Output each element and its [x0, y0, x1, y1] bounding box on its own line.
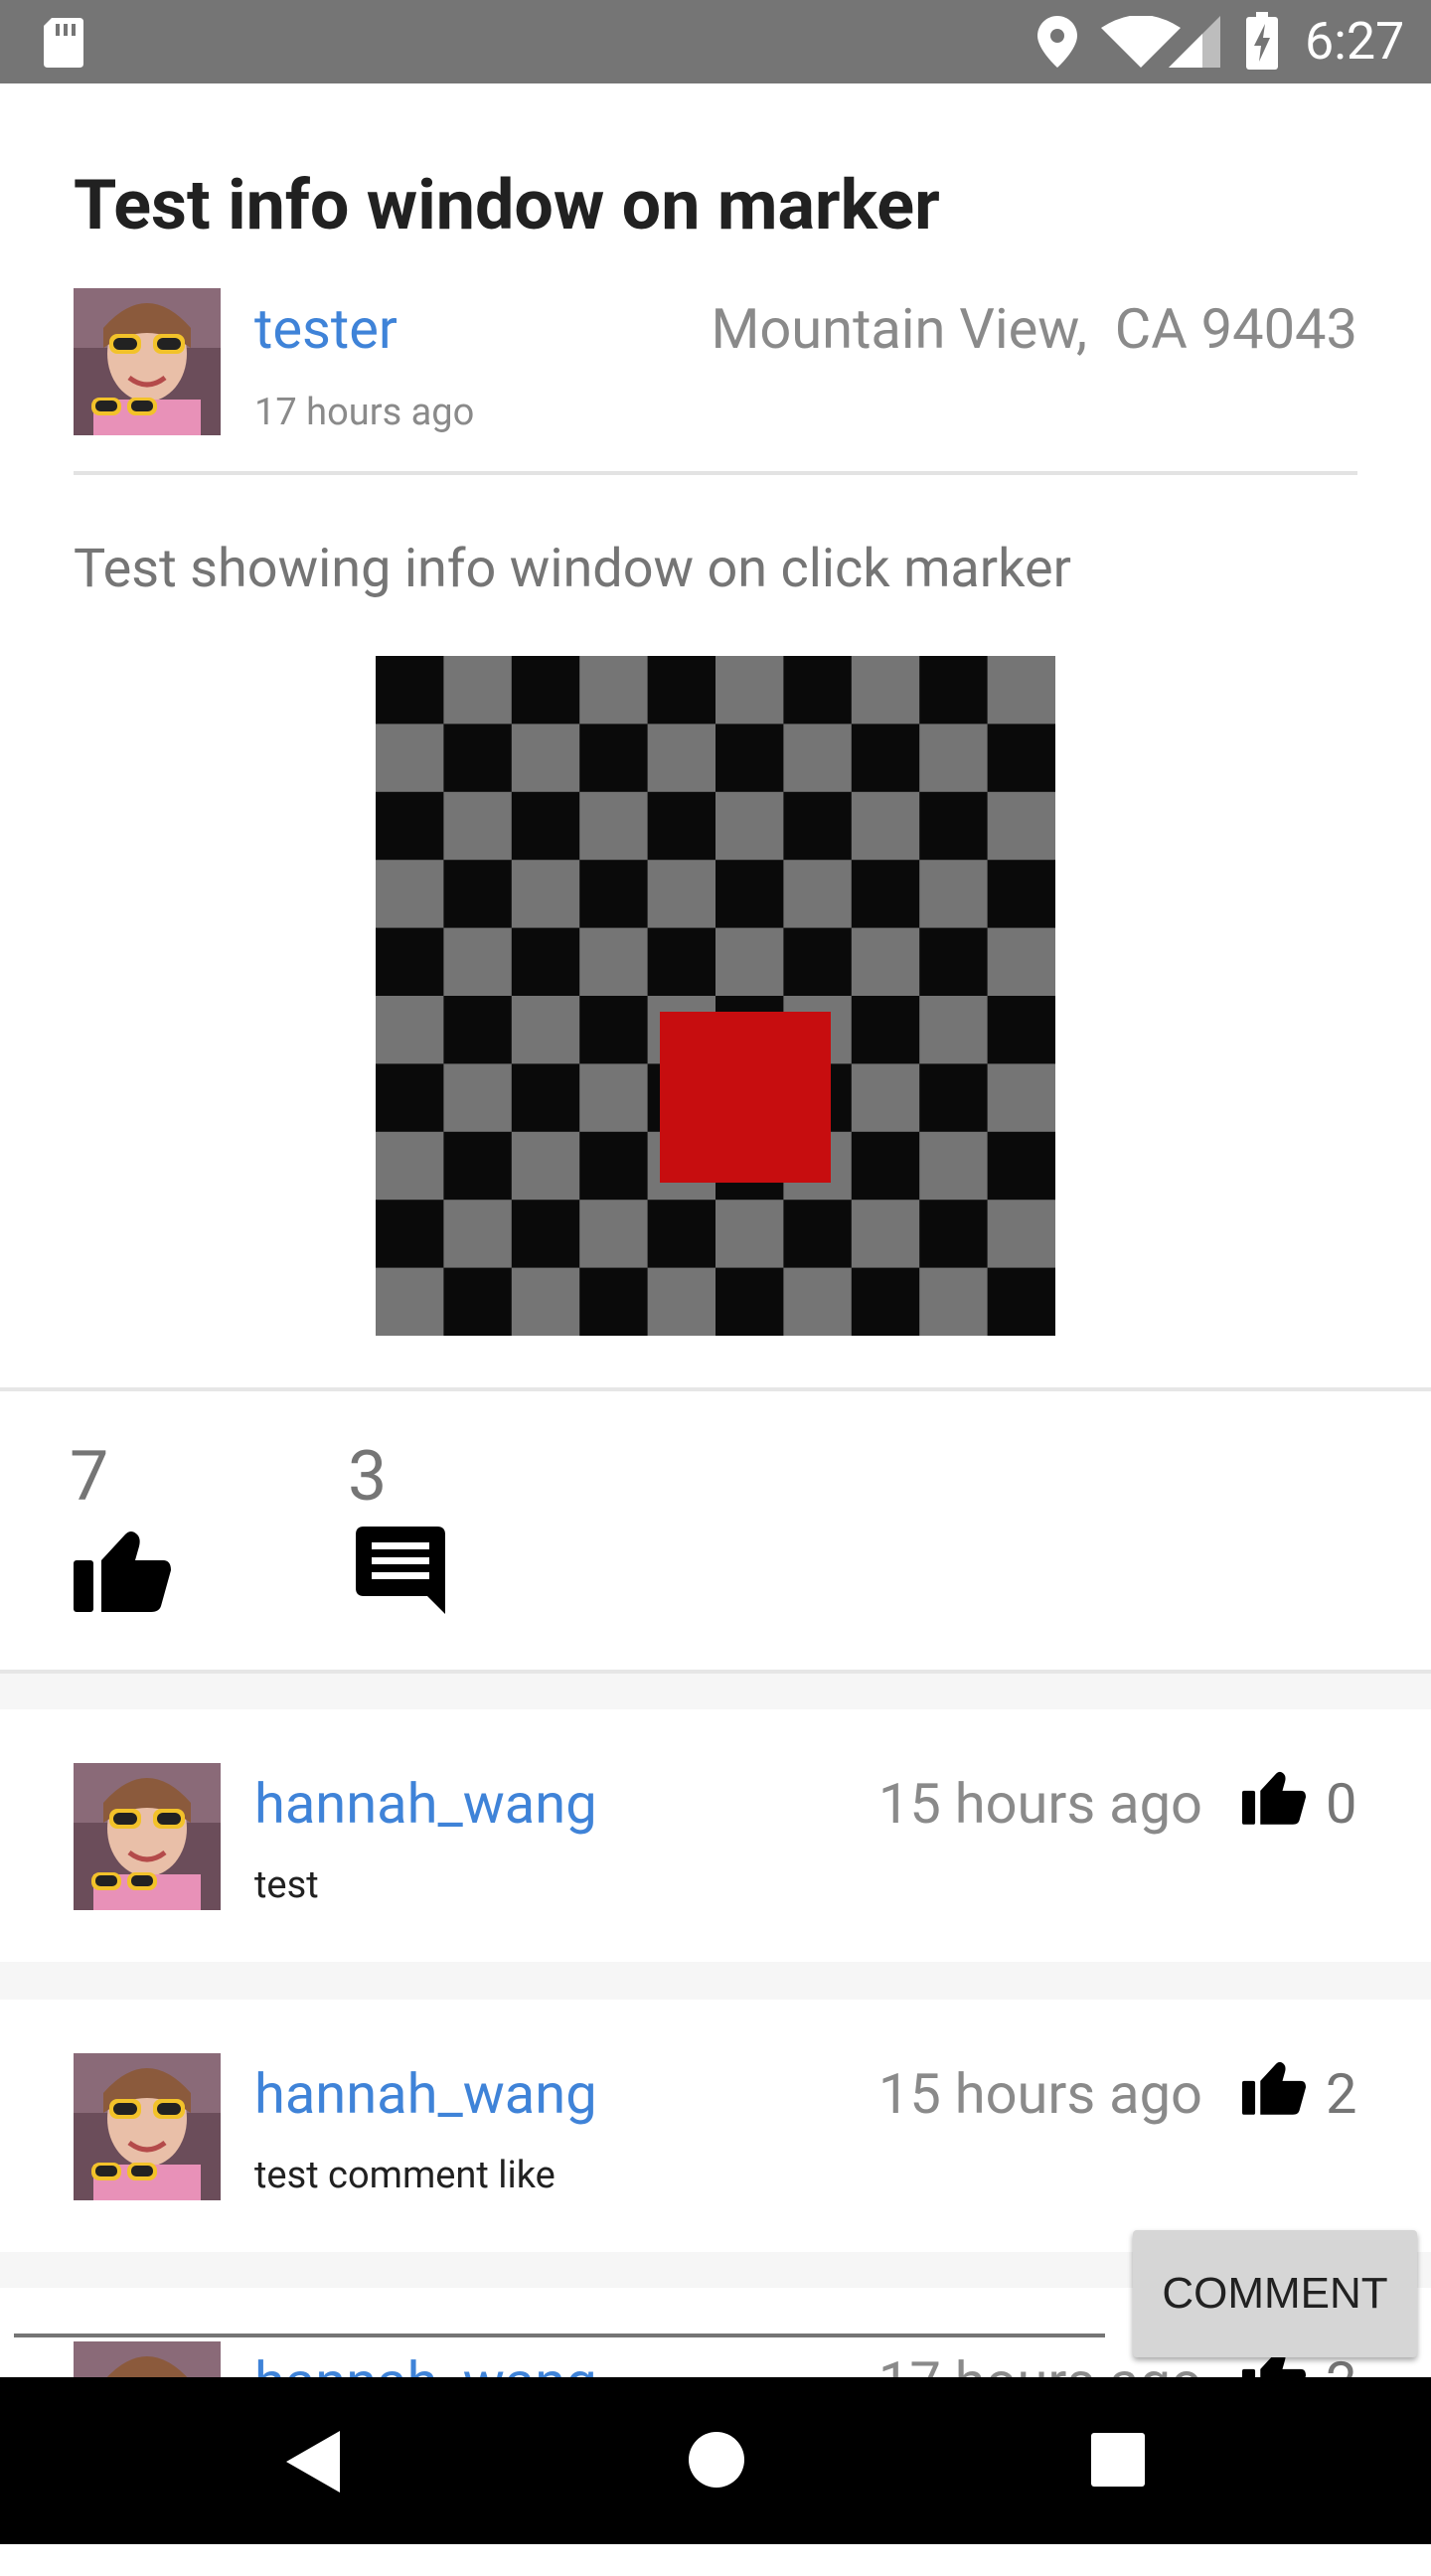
marker-square — [660, 1012, 831, 1183]
signal-icon — [1169, 16, 1220, 72]
battery-charging-icon — [1246, 12, 1278, 74]
recents-icon[interactable] — [1091, 2433, 1145, 2491]
divider — [74, 471, 1357, 475]
comment-like-count: 2 — [1326, 2061, 1357, 2127]
separator — [0, 1962, 1431, 2000]
avatar[interactable] — [74, 288, 221, 435]
post-title: Test info window on marker — [74, 165, 940, 246]
comment-timestamp: 15 hours ago — [877, 1771, 1202, 1837]
navigation-bar — [0, 2377, 1431, 2544]
clock: 6:27 — [1305, 11, 1405, 72]
comment-item: hannah_wang 15 hours ago 0 test — [0, 1709, 1431, 1998]
comment-timestamp: 15 hours ago — [877, 2061, 1202, 2127]
post-image[interactable] — [376, 656, 1055, 1336]
back-icon[interactable] — [286, 2431, 340, 2496]
location-icon — [1037, 16, 1077, 72]
comments-count: 3 — [348, 1436, 388, 1518]
likes-count: 7 — [70, 1436, 109, 1518]
sd-card-icon — [44, 18, 83, 72]
comment-author[interactable]: hannah_wang — [254, 1769, 597, 1839]
comment-like-count: 0 — [1326, 1771, 1357, 1837]
comment-text: test — [254, 1863, 319, 1907]
post-location: Mountain View, CA 94043 — [711, 296, 1357, 362]
separator — [0, 1674, 1431, 1709]
comment-author[interactable]: hannah_wang — [254, 2059, 597, 2129]
comment-button[interactable]: COMMENT — [1133, 2230, 1417, 2357]
divider — [0, 1387, 1431, 1391]
thumbs-up-icon[interactable] — [74, 1530, 171, 1616]
post-timestamp: 17 hours ago — [254, 391, 475, 434]
comment-icon[interactable] — [356, 1527, 445, 1618]
status-bar: 6:27 — [0, 0, 1431, 83]
post-author[interactable]: tester — [254, 294, 398, 364]
avatar[interactable] — [74, 2053, 221, 2200]
thumbs-up-icon[interactable] — [1242, 1771, 1306, 1829]
thumbs-up-icon[interactable] — [1242, 2061, 1306, 2119]
home-icon[interactable] — [688, 2431, 745, 2493]
comment-input[interactable] — [14, 2334, 1105, 2337]
avatar[interactable] — [74, 1763, 221, 1910]
comment-text: test comment like — [254, 2154, 556, 2197]
post-body: Test showing info window on click marker — [74, 538, 1071, 600]
